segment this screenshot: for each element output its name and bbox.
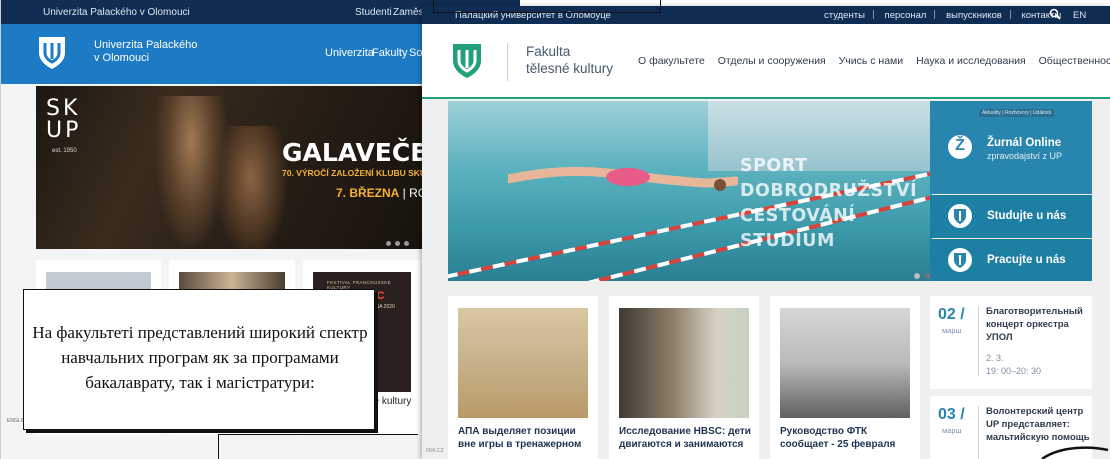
- study-with-us-tile[interactable]: Studujte u nás: [930, 195, 1092, 238]
- back-nav-faculties[interactable]: Fakulty: [372, 47, 407, 59]
- up-logo-icon[interactable]: [37, 35, 67, 71]
- translation-callout: На факультеті представлений широкий спек…: [23, 289, 375, 430]
- event-date: 2. 3.: [986, 353, 1004, 363]
- slider-date-strong: 7. BŘEZNA: [336, 186, 400, 200]
- hero-word: CESTOVÁNÍ: [740, 206, 856, 226]
- separator: [1009, 10, 1011, 19]
- event-title: Волонтерский центр UP представляет: маль…: [986, 406, 1090, 443]
- header-divider: [507, 43, 508, 81]
- nav-item-public[interactable]: Общественность: [1039, 55, 1110, 67]
- news-caption-line: двигаются и занимаются: [619, 438, 744, 450]
- skup-est: est. 1950: [52, 148, 77, 154]
- event-month: марш: [942, 326, 962, 335]
- event-month: марш: [942, 426, 962, 435]
- ftk-logo-icon[interactable]: [452, 42, 482, 80]
- news-image: [780, 308, 910, 418]
- front-top-links: студенты персонал выпускников контакты: [824, 10, 1069, 21]
- slider-title: GALAVEČER: [282, 138, 426, 167]
- event-time: 19: 00–20: 30: [986, 366, 1042, 376]
- front-browser-window: Палацкий университет в Оломоуце студенты…: [422, 6, 1110, 459]
- zurnal-badge: Aktuality | Rozhovory | Události: [979, 109, 1055, 117]
- slider-dot[interactable]: [914, 273, 920, 279]
- news-image: [619, 308, 749, 418]
- skup-logo-line1: SK: [46, 96, 81, 121]
- back-site-link[interactable]: Univerzita Palackého v Olomouci: [43, 7, 190, 18]
- overlay-arc: [1041, 446, 1109, 459]
- hero-word: SPORT: [740, 156, 808, 176]
- nav-item-departments[interactable]: Отделы и сооружения: [718, 55, 826, 67]
- news-caption-line: Исследование HBSC: дети: [619, 426, 751, 437]
- hero-word: STUDIUM: [740, 231, 835, 251]
- top-link-alumni[interactable]: выпускников: [946, 10, 1002, 21]
- up-shield-icon: [948, 248, 972, 272]
- athlete-figure: [216, 126, 286, 249]
- slider-dot[interactable]: [404, 241, 409, 246]
- news-card[interactable]: Руководство ФТК сообщает - 25 февраля: [770, 296, 920, 459]
- news-image: [458, 308, 588, 418]
- callout-text: На факультеті представлений широкий спек…: [32, 323, 368, 392]
- news-caption: Руководство ФТК сообщает - 25 февраля: [780, 426, 914, 451]
- news-caption: Исследование HBSC: дети двигаются и зани…: [619, 426, 753, 451]
- events-list: 02 / марш Благотворительный концерт орке…: [930, 296, 1092, 459]
- separator: [872, 10, 874, 19]
- faculty-name[interactable]: Fakulta tělesné kultury: [526, 43, 613, 77]
- skup-logo: SK UP: [46, 98, 81, 142]
- back-university-name-line2: v Olomouci: [94, 52, 150, 64]
- news-caption-line: сообщает - 25 февраля: [780, 438, 896, 450]
- front-header: Fakulta tělesné kultury О факультете Отд…: [422, 24, 1110, 99]
- search-icon[interactable]: [1049, 8, 1061, 20]
- back-slider-dots: [386, 233, 413, 251]
- news-caption: АПА выделяет позиции вне игры в тренажер…: [458, 426, 592, 451]
- nav-item-study[interactable]: Учись с нами: [839, 55, 904, 67]
- top-link-staff[interactable]: персонал: [885, 10, 927, 21]
- back-nav-university[interactable]: Univerzita: [325, 47, 374, 59]
- faculty-name-line1: Fakulta: [526, 44, 571, 59]
- zurnal-icon: Ž: [948, 135, 972, 159]
- event-item[interactable]: 02 / марш Благотворительный концерт орке…: [930, 296, 1092, 389]
- swimmer-figure: [508, 166, 738, 191]
- zurnal-glyph: Ž: [955, 137, 965, 154]
- hero-word: DOBRODRUŽSTVÍ: [740, 181, 918, 201]
- event-day: 02 /: [938, 306, 965, 323]
- event-divider: [978, 406, 979, 459]
- shield-icon: [954, 253, 966, 268]
- overlay-frame-top: [433, 0, 661, 13]
- back-students-link[interactable]: Studenti: [355, 7, 392, 18]
- back-hero-slider[interactable]: SK UP est. 1950 GALAVEČER 70. VÝROČÍ ZAL…: [36, 86, 426, 249]
- news-caption-line: АПА выделяет позиции: [458, 426, 576, 437]
- quick-links: Aktuality | Rozhovory | Události Ž Žurná…: [930, 101, 1092, 281]
- nav-item-about[interactable]: О факультете: [638, 55, 705, 67]
- event-day: 03 /: [938, 406, 965, 423]
- news-caption-line: вне игры в тренажерном: [458, 438, 582, 450]
- language-switch[interactable]: EN: [1073, 10, 1086, 21]
- main-nav: О факультете Отделы и сооружения Учись с…: [638, 55, 1110, 67]
- slider-dot[interactable]: [395, 241, 400, 246]
- news-card[interactable]: АПА выделяет позиции вне игры в тренажер…: [448, 296, 598, 459]
- slider-date: 7. BŘEZNA | RCO: [336, 186, 426, 200]
- nav-item-research[interactable]: Наука и исследования: [916, 55, 1026, 67]
- overlay-frame-bottom: [218, 434, 418, 459]
- faculty-name-line2: tělesné kultury: [526, 61, 614, 76]
- news-card[interactable]: Исследование HBSC: дети двигаются и зани…: [609, 296, 759, 459]
- event-divider: [978, 306, 979, 376]
- zurnal-online-tile[interactable]: Aktuality | Rozhovory | Události Ž Žurná…: [930, 101, 1092, 194]
- top-link-students[interactable]: студенты: [824, 10, 865, 21]
- skup-logo-line2: UP: [46, 118, 82, 143]
- work-with-us-tile[interactable]: Pracujte u nás: [930, 239, 1092, 281]
- news-caption-line: Руководство ФТК: [780, 426, 868, 437]
- event-title: Благотворительный концерт оркестра УПОЛ: [986, 306, 1083, 343]
- up-shield-icon: [948, 204, 972, 228]
- separator: [934, 10, 936, 19]
- work-with-us-label: Pracujte u nás: [987, 254, 1066, 266]
- front-corner-text: FKK.CZ: [426, 448, 444, 454]
- hero-slider[interactable]: SPORT DOBRODRUŽSTVÍ CESTOVÁNÍ STUDIUM: [448, 101, 932, 281]
- back-university-name[interactable]: Univerzita Palackého v Olomouci: [94, 39, 234, 65]
- slider-subtitle: 70. VÝROČÍ ZALOŽENÍ KLUBU SKUP: [282, 168, 426, 178]
- slider-dot[interactable]: [386, 241, 391, 246]
- zurnal-subtitle: zpravodajství z UP: [987, 151, 1063, 161]
- back-university-name-line1: Univerzita Palackého: [94, 39, 198, 51]
- zurnal-title: Žurnál Online: [987, 137, 1062, 149]
- shield-icon: [954, 209, 966, 224]
- study-with-us-label: Studujte u nás: [987, 210, 1067, 222]
